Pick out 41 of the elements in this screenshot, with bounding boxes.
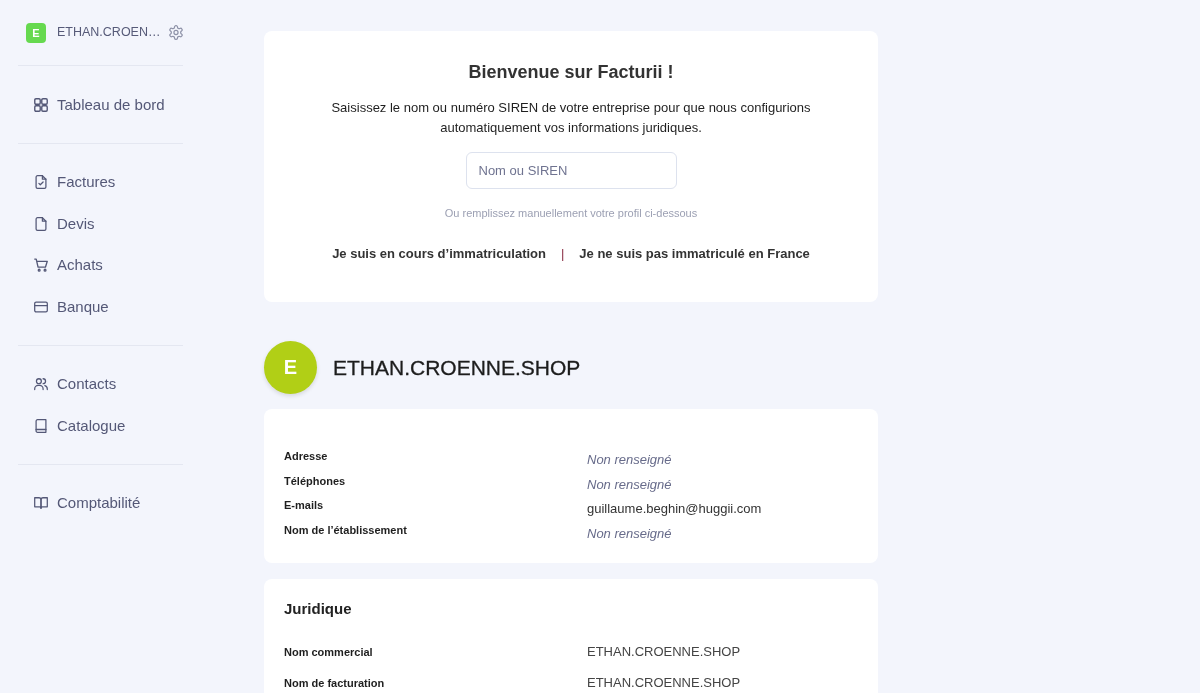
book-icon	[34, 418, 48, 433]
nav-item[interactable]: Factures	[18, 161, 183, 203]
grid-icon	[34, 97, 48, 112]
nav-item[interactable]: Devis	[18, 203, 183, 245]
field-value: Non renseigné	[587, 452, 672, 468]
credit-card-icon	[34, 299, 48, 314]
company-avatar: E	[264, 341, 317, 394]
account-name[interactable]: ETHAN.CROEN…	[57, 23, 161, 42]
field-label: Nom de facturation	[284, 676, 386, 691]
field-label: Téléphones	[284, 473, 347, 489]
nav-item[interactable]: Banque	[18, 286, 183, 328]
account-avatar: E	[26, 22, 46, 43]
field-value: Non renseigné	[587, 525, 672, 542]
field-value: ETHAN.CROENNE.SHOP	[587, 675, 741, 691]
welcome-text: Saisissez le nom ou numéro SIREN de votre entreprise pour que nous configurions automatiquement vos informations juridiques.	[330, 99, 812, 137]
field-value: Non renseigné	[587, 476, 672, 493]
hint-text: Ou remplissez manuellement votre profil ci-dessous	[443, 206, 699, 221]
nav-item[interactable]: Tableau de bord	[18, 84, 183, 126]
cart-icon	[34, 258, 48, 273]
document-check-icon	[34, 175, 48, 190]
section-title: Juridique	[284, 599, 353, 619]
field-label: Adresse	[284, 449, 329, 464]
settings-icon[interactable]	[169, 25, 184, 40]
people-icon	[34, 377, 48, 392]
welcome-title: Bienvenue sur Facturii !	[467, 61, 675, 84]
document-icon	[34, 216, 48, 231]
nav-item[interactable]: Comptabilité	[18, 482, 183, 524]
company-name: ETHAN.CROENNE.SHOP	[333, 354, 581, 381]
nav-item[interactable]: Achats	[18, 244, 183, 286]
link-separator: |	[560, 245, 565, 263]
open-book-icon	[34, 496, 48, 511]
field-label: Nom commercial	[284, 645, 374, 660]
field-label: E-mails	[284, 498, 325, 513]
search-field[interactable]: Nom ou SIREN	[465, 152, 677, 189]
option-link[interactable]: Je suis en cours d’immatriculation	[332, 244, 546, 264]
option-link[interactable]: Je ne suis pas immatriculé en France	[579, 244, 810, 264]
nav-item[interactable]: Contacts	[18, 363, 183, 405]
field-label: Nom de l’établissement	[284, 522, 408, 538]
field-value: ETHAN.CROENNE.SHOP	[587, 644, 741, 660]
field-value: guillaume.beghin@huggii.com	[587, 501, 762, 517]
nav-item[interactable]: Catalogue	[18, 405, 183, 447]
